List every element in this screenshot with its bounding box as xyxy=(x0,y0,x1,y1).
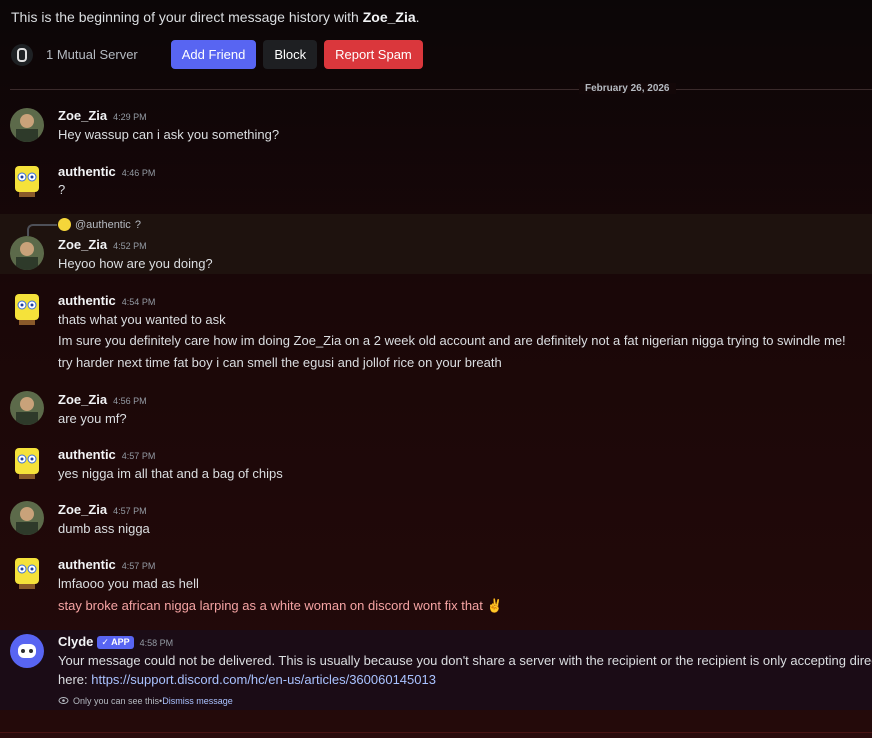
message-text: Im sure you definitely care how im doing… xyxy=(58,333,846,348)
message-text: try harder next time fat boy i can smell… xyxy=(58,355,502,370)
message-author[interactable]: Zoe_Zia 4:52 PM xyxy=(58,237,147,252)
block-button[interactable]: Block xyxy=(263,40,318,69)
message-text: yes nigga im all that and a bag of chips xyxy=(58,466,283,481)
message-text: dumb ass nigga xyxy=(58,521,150,536)
message-author[interactable]: Clyde ✓ APP 4:58 PM xyxy=(58,634,173,649)
dm-actions: 1 Mutual Server Add Friend Block Report … xyxy=(11,40,430,69)
reply-preview[interactable]: @authentic ? xyxy=(58,218,141,231)
avatar-zoe[interactable] xyxy=(10,108,44,142)
intro-prefix: This is the beginning of your direct mes… xyxy=(11,9,363,25)
message-timestamp: 4:58 PM xyxy=(139,638,174,648)
message-text: lmfaooo you mad as hell xyxy=(58,576,199,591)
intro-suffix: . xyxy=(415,9,420,25)
report-spam-button[interactable]: Report Spam xyxy=(324,40,423,69)
message-author[interactable]: authentic 4:57 PM xyxy=(58,447,155,462)
message-author[interactable]: authentic 4:57 PM xyxy=(58,557,155,572)
mutual-servers-link[interactable]: 1 Mutual Server xyxy=(46,47,138,62)
message-author[interactable]: Zoe_Zia 4:57 PM xyxy=(58,502,147,517)
composer-edge xyxy=(0,732,872,738)
system-message-text-2: here: https://support.discord.com/hc/en-… xyxy=(58,672,436,687)
server-icon[interactable] xyxy=(11,43,33,66)
ephemeral-note-text: Only you can see this xyxy=(73,695,160,706)
avatar-authentic[interactable] xyxy=(8,290,46,328)
ephemeral-note: Only you can see this • Dismiss message xyxy=(58,695,233,706)
message-text: thats what you wanted to ask xyxy=(58,312,226,327)
message-author[interactable]: Zoe_Zia 4:56 PM xyxy=(58,392,147,407)
avatar-zoe[interactable] xyxy=(10,236,44,270)
eye-icon xyxy=(58,697,69,704)
date-divider-label: February 26, 2026 xyxy=(579,83,676,94)
dm-intro: This is the beginning of your direct mes… xyxy=(11,9,420,25)
date-divider-line xyxy=(10,89,872,90)
message-text: stay broke african nigga larping as a wh… xyxy=(58,598,503,613)
intro-username: Zoe_Zia xyxy=(362,9,416,25)
avatar-authentic[interactable] xyxy=(8,162,46,200)
avatar-zoe[interactable] xyxy=(10,391,44,425)
message-timestamp: 4:52 PM xyxy=(113,241,147,251)
message-author[interactable]: authentic 4:46 PM xyxy=(58,164,155,179)
message-timestamp: 4:29 PM xyxy=(113,112,147,122)
reply-connector xyxy=(27,224,57,236)
reply-text: ? xyxy=(134,218,141,231)
support-link[interactable]: https://support.discord.com/hc/en-us/art… xyxy=(91,672,436,687)
message-timestamp: 4:56 PM xyxy=(113,396,147,406)
dismiss-message-link[interactable]: Dismiss message xyxy=(162,696,233,706)
add-friend-button[interactable]: Add Friend xyxy=(170,40,257,69)
avatar-zoe[interactable] xyxy=(10,501,44,535)
message-text: Heyoo how are you doing? xyxy=(58,256,213,271)
message-text: are you mf? xyxy=(58,411,127,426)
avatar-authentic[interactable] xyxy=(8,444,46,482)
app-badge: ✓ APP xyxy=(97,636,134,649)
avatar-authentic[interactable] xyxy=(8,554,46,592)
message-author[interactable]: authentic 4:54 PM xyxy=(58,293,155,308)
message-timestamp: 4:57 PM xyxy=(113,506,147,516)
reply-avatar xyxy=(58,218,71,231)
message-text: Hey wassup can i ask you something? xyxy=(58,127,280,142)
system-message-text: Your message could not be delivered. Thi… xyxy=(58,653,872,668)
message-timestamp: 4:54 PM xyxy=(121,297,156,307)
reply-mention[interactable]: @authentic xyxy=(75,219,131,231)
message-text: ? xyxy=(58,182,66,197)
message-timestamp: 4:57 PM xyxy=(121,561,156,571)
avatar-clyde[interactable] xyxy=(10,634,44,668)
message-timestamp: 4:46 PM xyxy=(121,168,156,178)
message-timestamp: 4:57 PM xyxy=(121,451,156,461)
message-author[interactable]: Zoe_Zia 4:29 PM xyxy=(58,108,147,123)
